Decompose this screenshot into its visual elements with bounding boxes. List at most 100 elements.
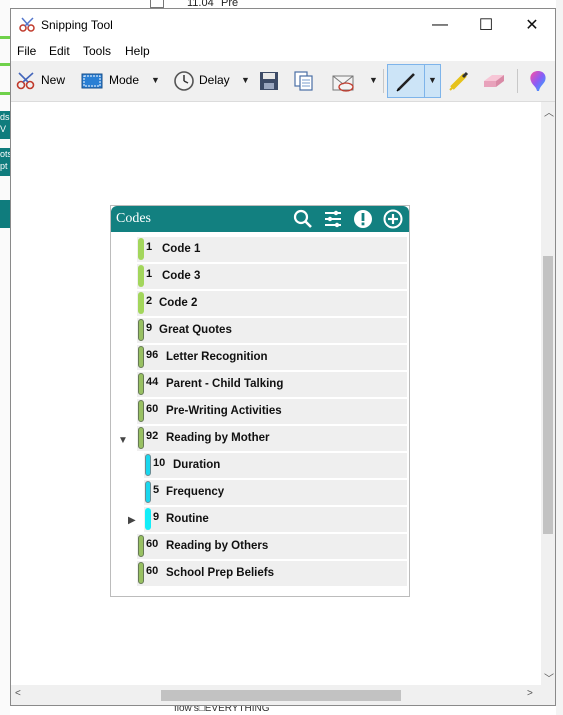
scissors-icon: [16, 72, 35, 90]
code-color-indicator: [138, 535, 144, 557]
code-row-child[interactable]: 10 Duration: [144, 453, 407, 479]
code-row[interactable]: 92 Reading by Mother: [137, 426, 407, 452]
scroll-right-icon[interactable]: >: [527, 688, 533, 699]
codes-title: Codes: [116, 211, 151, 226]
background-green-line: [0, 63, 10, 66]
maximize-button[interactable]: ☐: [463, 9, 509, 41]
code-color-indicator: [138, 346, 144, 368]
search-icon[interactable]: [293, 209, 313, 229]
new-label: New: [41, 73, 66, 87]
code-name: Reading by Mother: [166, 432, 270, 444]
expand-toggle-collapsed-icon[interactable]: ▶: [128, 515, 136, 526]
scroll-down-icon[interactable]: ﹀: [544, 670, 554, 685]
new-snip-button[interactable]: New: [13, 67, 73, 95]
background-fragment: pt: [0, 161, 8, 171]
code-name: Duration: [173, 459, 221, 471]
menu-tools[interactable]: Tools: [83, 44, 111, 58]
envelope-icon: [332, 75, 354, 92]
code-color-indicator: [138, 265, 144, 287]
code-count: 9: [146, 322, 153, 334]
split-divider: [424, 65, 425, 97]
title-bar[interactable]: Snipping Tool — ☐ ✕: [11, 9, 555, 41]
code-row[interactable]: 96 Letter Recognition: [137, 345, 407, 371]
background-green-line: [0, 92, 10, 95]
add-circle-icon[interactable]: [383, 209, 403, 229]
snip-canvas[interactable]: Codes 1 Code 1 1 Code 3 2 Code 2 9 Great…: [11, 102, 541, 685]
code-count: 9: [153, 511, 160, 523]
code-count: 1: [146, 268, 153, 280]
horizontal-scroll-thumb[interactable]: [161, 690, 401, 701]
code-row[interactable]: 1 Code 3: [137, 264, 407, 290]
code-color-indicator: [138, 373, 144, 395]
code-color-indicator: [145, 481, 151, 503]
code-color-indicator: [138, 319, 144, 341]
code-color-indicator: [138, 238, 144, 260]
code-color-indicator: [138, 292, 144, 314]
code-name: Reading by Others: [166, 540, 269, 552]
alert-icon[interactable]: [353, 209, 373, 229]
code-color-indicator: [145, 508, 151, 530]
minimize-button[interactable]: —: [417, 9, 463, 41]
menu-file[interactable]: File: [17, 44, 36, 58]
code-name: Parent - Child Talking: [166, 378, 284, 390]
toolbar-separator: [383, 69, 384, 93]
background-fragment: ots: [0, 149, 10, 159]
rectangle-mode-icon: [81, 73, 103, 89]
close-button[interactable]: ✕: [509, 9, 555, 41]
code-row[interactable]: 60 Reading by Others: [137, 534, 407, 560]
code-row-child[interactable]: 5 Frequency: [144, 480, 407, 506]
code-row[interactable]: 60 School Prep Beliefs: [137, 561, 407, 587]
background-fragment: V: [0, 124, 7, 134]
vertical-scroll-thumb[interactable]: [543, 256, 553, 534]
background-app-right: [556, 0, 563, 715]
menu-help[interactable]: Help: [125, 44, 150, 58]
toolbar: New Mode ▼ Delay ▼ ▼ ▼: [11, 61, 555, 102]
code-row[interactable]: 44 Parent - Child Talking: [137, 372, 407, 398]
pen-icon: [396, 73, 415, 92]
background-teal-block: ots pt: [0, 148, 10, 176]
background-fragment: ds: [0, 112, 10, 122]
code-row-child[interactable]: 9 Routine: [144, 507, 407, 533]
scroll-up-icon[interactable]: ︿: [544, 104, 554, 119]
background-teal-block: ds V: [0, 111, 10, 139]
save-icon[interactable]: [259, 71, 279, 91]
send-snip-button[interactable]: ▼: [329, 67, 381, 95]
chevron-down-icon[interactable]: ▼: [151, 75, 160, 85]
code-name: Great Quotes: [159, 324, 232, 336]
code-count: 96: [146, 349, 159, 361]
code-count: 60: [146, 403, 159, 415]
code-color-indicator: [138, 400, 144, 422]
chevron-down-icon[interactable]: ▼: [241, 75, 250, 85]
code-name: Code 3: [162, 270, 201, 282]
menu-edit[interactable]: Edit: [49, 44, 70, 58]
code-color-indicator: [138, 562, 144, 584]
code-row[interactable]: 9 Great Quotes: [137, 318, 407, 344]
code-row[interactable]: 1 Code 1: [137, 237, 407, 263]
code-row[interactable]: 60 Pre-Writing Activities: [137, 399, 407, 425]
background-app-bottom: flow's□EVERYTHING: [10, 706, 556, 715]
pen-button[interactable]: ▼: [387, 64, 441, 98]
code-name: Letter Recognition: [166, 351, 268, 363]
codes-panel: Codes 1 Code 1 1 Code 3 2 Code 2 9 Great…: [110, 205, 410, 597]
eraser-icon[interactable]: [481, 71, 507, 91]
code-name: School Prep Beliefs: [166, 567, 275, 579]
highlighter-icon[interactable]: [447, 69, 471, 93]
mode-button[interactable]: Mode ▼: [79, 67, 163, 95]
paint-3d-icon[interactable]: [527, 69, 549, 93]
copy-icon[interactable]: [293, 70, 315, 92]
scroll-left-icon[interactable]: <: [15, 688, 21, 699]
filter-sliders-icon[interactable]: [323, 209, 343, 229]
expand-toggle-expanded-icon[interactable]: ▼: [118, 435, 128, 446]
code-row[interactable]: 2 Code 2: [137, 291, 407, 317]
horizontal-scrollbar[interactable]: < >: [11, 685, 541, 705]
chevron-down-icon[interactable]: ▼: [369, 75, 378, 85]
snipping-tool-window: Snipping Tool — ☐ ✕ File Edit Tools Help…: [10, 8, 556, 706]
vertical-scrollbar[interactable]: ︿ ﹀: [541, 102, 555, 685]
code-count: 44: [146, 376, 159, 388]
list-icon: [150, 0, 164, 8]
code-count: 2: [146, 295, 153, 307]
code-name: Code 1: [162, 243, 201, 255]
delay-label: Delay: [199, 73, 230, 87]
chevron-down-icon[interactable]: ▼: [428, 75, 437, 85]
delay-button[interactable]: Delay ▼: [171, 67, 257, 95]
